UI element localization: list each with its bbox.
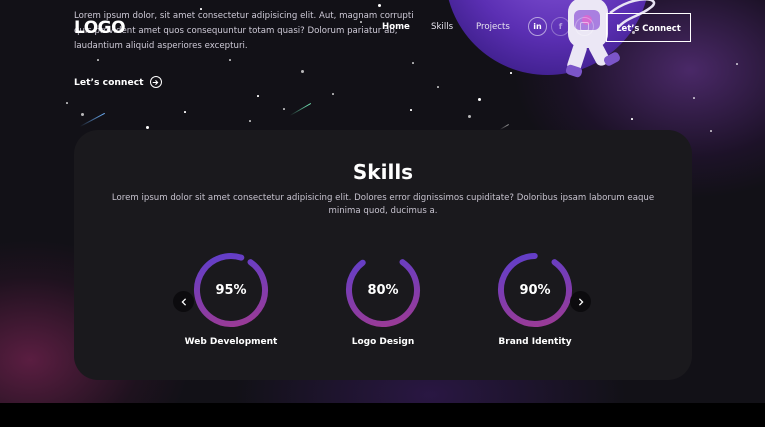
star [332,93,334,95]
star [410,109,412,111]
nav-skills[interactable]: Skills [431,22,453,32]
skill-label: Logo Design [351,337,415,347]
star [257,95,259,97]
skill-progress-ring: 90% [496,251,574,329]
hero-description: Lorem ipsum dolor, sit amet consectetur … [74,11,414,51]
star [437,86,439,88]
skill-percent: 80% [367,282,399,298]
chevron-left-icon [180,297,186,306]
skill-item: 80% Logo Design [323,251,443,351]
star [736,63,738,65]
linkedin-button[interactable]: in [528,17,547,36]
skill-progress-ring: 95% [192,251,270,329]
lets-connect-label: Let’s connect [74,76,144,88]
star [378,4,381,7]
skills-title: Skills [352,160,414,184]
skills-section: Skills Lorem ipsum dolor sit amet consec… [74,130,692,380]
star [283,108,285,110]
star [249,120,251,122]
lets-connect-link[interactable]: Let’s connect [74,76,162,88]
star [631,118,633,120]
shooting-star [289,103,312,116]
skill-label: Brand Identity [498,337,572,347]
nav-home[interactable]: Home [382,22,410,32]
star [510,72,512,74]
star [412,62,414,64]
carousel-next-button[interactable] [570,291,591,312]
skill-percent: 90% [519,282,551,298]
star [146,126,149,129]
star [184,111,186,113]
page-background: Lorem ipsum dolor, sit amet consectetur … [0,0,765,403]
linkedin-icon: in [533,22,542,31]
skill-label: Web Development [184,337,278,347]
nav-projects[interactable]: Projects [476,22,510,32]
star [229,59,231,61]
star [693,97,695,99]
lets-connect-button[interactable]: Let’s Connect [606,13,691,42]
arrow-right-icon [149,76,162,88]
skill-progress-ring: 80% [344,251,422,329]
facebook-button[interactable]: f [551,17,570,36]
facebook-icon: f [558,22,563,31]
skill-percent: 95% [215,282,247,298]
logo[interactable]: LOGO [74,18,126,38]
star [97,59,99,61]
star [468,115,471,118]
carousel-prev-button[interactable] [173,291,194,312]
star [710,130,712,132]
instagram-icon [580,22,589,31]
skills-description: Lorem ipsum dolor sit amet consectetur a… [111,193,655,216]
star [81,113,84,116]
chevron-right-icon [578,297,584,306]
instagram-button[interactable] [575,17,594,36]
star [478,98,481,101]
star [301,70,304,73]
star [66,102,68,104]
